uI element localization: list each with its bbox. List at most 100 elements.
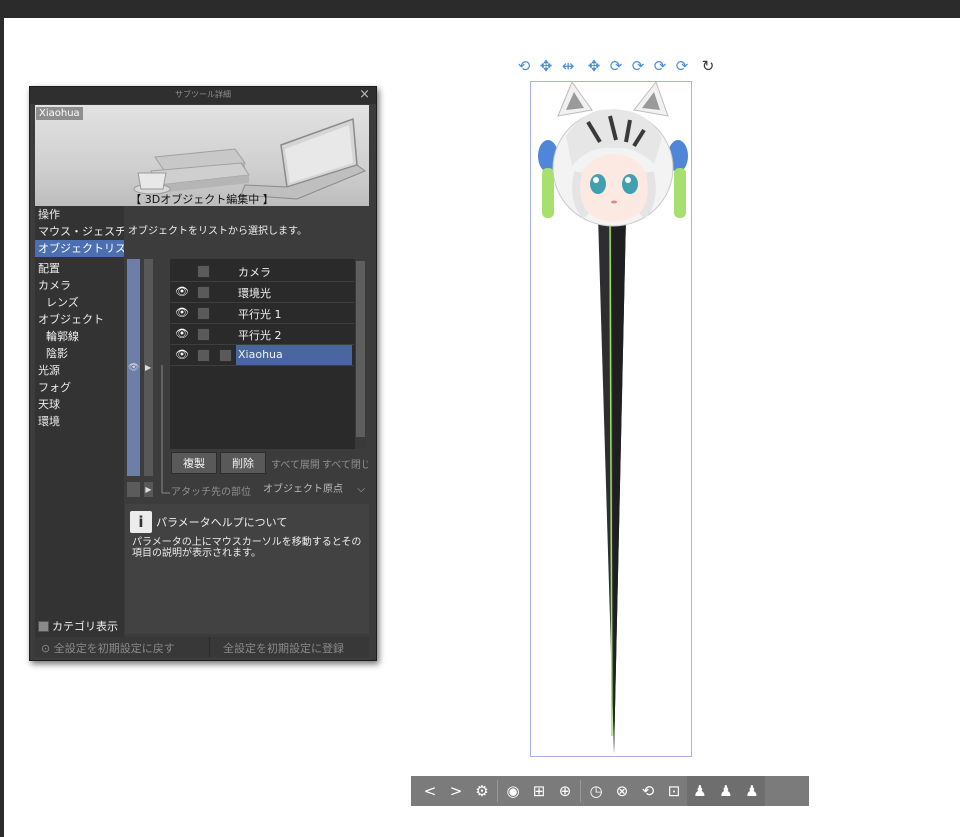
toolbar-divider	[497, 780, 498, 802]
window-frame-top	[0, 0, 960, 18]
camera-object-toolbar: ⟲ ✥ ⇹ ✥ ⟳ ⟳ ⟳ ⟳ ↻	[514, 56, 718, 76]
category-item-object[interactable]: オブジェクト	[35, 311, 124, 328]
camera-fit-icon[interactable]: ◉	[500, 778, 526, 804]
category-item-mouse-gesture[interactable]: マウス・ジェスチャー	[35, 223, 124, 240]
rotate-object-icon[interactable]: ⟳	[606, 56, 626, 76]
category-item-shading[interactable]: 陰影	[35, 345, 124, 362]
rotate-light-icon[interactable]: ↻	[698, 56, 718, 76]
footer-divider	[209, 637, 210, 657]
list-item-label: Xiaohua	[236, 345, 352, 365]
attach-visibility-toggle[interactable]	[127, 482, 140, 497]
window-frame-left	[0, 0, 4, 837]
edit-mode-banner: 【 3Dオブジェクト編集中 】	[130, 193, 274, 206]
rotate-object-4-icon[interactable]: ⟳	[672, 56, 692, 76]
eye-icon[interactable]: 👁	[175, 327, 189, 340]
register-pose-icon[interactable]: ⊗	[609, 778, 635, 804]
extra-checkbox[interactable]	[219, 349, 232, 362]
pose-preset-2-icon[interactable]: ♟	[713, 778, 739, 804]
category-display-label: カテゴリ表示	[52, 620, 118, 633]
parameter-help-box: i パラメータヘルプについて パラメータの上にマウスカーソルを移動するとその項目…	[125, 504, 369, 634]
rotate-camera-icon[interactable]: ⟲	[514, 56, 534, 76]
list-item-label: 平行光 2	[238, 329, 282, 342]
visibility-column-bar[interactable]: 👁	[127, 259, 140, 476]
list-item-directional-light-2[interactable]: 👁 平行光 2	[170, 324, 354, 345]
rotate-object-3-icon[interactable]: ⟳	[650, 56, 670, 76]
category-item-camera[interactable]: カメラ	[35, 277, 124, 294]
collapse-all-button[interactable]: すべて閉じる	[322, 456, 368, 471]
lock-checkbox[interactable]	[197, 349, 210, 362]
list-item-label: カメラ	[238, 266, 271, 279]
eye-icon[interactable]: 👁	[175, 285, 189, 298]
category-item-object-list[interactable]: オブジェクトリスト	[35, 240, 124, 257]
lock-checkbox[interactable]	[197, 286, 210, 299]
eye-icon[interactable]: 👁	[175, 306, 189, 319]
setting-description: オブジェクトをリストから選択します。	[128, 226, 307, 237]
list-item-ambient-light[interactable]: 👁 環境光	[170, 282, 354, 303]
category-display-checkbox[interactable]	[38, 620, 49, 632]
eye-icon[interactable]: 👁	[175, 348, 189, 361]
object-origin-value: オブジェクト原点	[263, 484, 343, 495]
category-item-placement[interactable]: 配置	[35, 260, 124, 277]
delete-button[interactable]: 削除	[220, 452, 266, 474]
list-scrollbar[interactable]	[355, 259, 366, 449]
move-object-icon[interactable]: ✥	[584, 56, 604, 76]
lock-checkbox[interactable]	[197, 328, 210, 341]
category-item-fog[interactable]: フォグ	[35, 379, 124, 396]
object-name-tag: Xiaohua	[36, 107, 83, 120]
help-body: パラメータの上にマウスカーソルを移動するとその項目の説明が表示されます。	[132, 537, 362, 559]
lock-checkbox[interactable]	[197, 307, 210, 320]
reset-pose-icon[interactable]: ◷	[583, 778, 609, 804]
3d-model-render[interactable]	[526, 76, 696, 766]
pose-preset-3-icon[interactable]: ♟	[739, 778, 765, 804]
category-item-sky-sphere[interactable]: 天球	[35, 396, 124, 413]
category-item-outline[interactable]: 輪郭線	[35, 328, 124, 345]
pose-presets-group: ♟ ♟ ♟	[687, 776, 765, 806]
category-item-light-source[interactable]: 光源	[35, 362, 124, 379]
lock-icon[interactable]: ⊡	[661, 778, 687, 804]
info-icon: i	[130, 511, 152, 533]
list-item-xiaohua[interactable]: 👁 Xiaohua	[170, 345, 354, 366]
dolly-camera-icon[interactable]: ⇹	[558, 56, 578, 76]
wrench-icon[interactable]: ⚙	[469, 778, 495, 804]
object-origin-select[interactable]: オブジェクト原点 ⌵	[263, 481, 368, 498]
list-scrollbar-thumb[interactable]	[356, 261, 365, 437]
rotate-reset-icon[interactable]: ⟲	[635, 778, 661, 804]
pan-camera-icon[interactable]: ✥	[536, 56, 556, 76]
reset-all-settings-button[interactable]: ⊙ 全設定を初期設定に戻す	[41, 640, 175, 656]
expand-all-button[interactable]: すべて展開	[271, 456, 320, 471]
list-item-label: 平行光 1	[238, 308, 282, 321]
chevron-down-icon: ⌵	[357, 484, 365, 495]
sub-tool-detail-panel: サブツール詳細 × Xiaohua 【 3Dオブジェクト編集中 】 操作 マウス…	[29, 86, 377, 661]
object-list: カメラ 👁 環境光 👁 平行光 1 👁 平行光 2 👁 Xiaohua	[170, 259, 366, 449]
category-item-operation[interactable]: 操作	[35, 206, 124, 223]
category-item-lens[interactable]: レンズ	[35, 294, 124, 311]
category-item-environment[interactable]: 環境	[35, 413, 124, 430]
previous-icon[interactable]: <	[417, 778, 443, 804]
attach-part-label: アタッチ先の部位	[171, 487, 251, 498]
register-all-settings-button[interactable]: 全設定を初期設定に登録	[223, 640, 344, 656]
object-preview: Xiaohua 【 3Dオブジェクト編集中 】	[35, 105, 369, 206]
panel-footer: ⊙ 全設定を初期設定に戻す 全設定を初期設定に登録	[35, 637, 369, 657]
list-item-directional-light-1[interactable]: 👁 平行光 1	[170, 303, 354, 324]
zoom-fit-icon[interactable]: ⊞	[526, 778, 552, 804]
duplicate-button[interactable]: 複製	[171, 452, 217, 474]
panel-titlebar[interactable]: サブツール詳細 ×	[30, 87, 376, 104]
ground-icon[interactable]: ⊕	[552, 778, 578, 804]
toolbar-divider	[580, 780, 581, 802]
category-display-toggle[interactable]: カテゴリ表示	[38, 618, 118, 634]
next-icon[interactable]: >	[443, 778, 469, 804]
close-icon[interactable]: ×	[359, 87, 370, 102]
attach-connector-line	[161, 365, 170, 494]
expand-column-bar[interactable]: ▶	[144, 259, 153, 476]
panel-title: サブツール詳細	[175, 90, 231, 99]
rotate-object-2-icon[interactable]: ⟳	[628, 56, 648, 76]
eye-icon: 👁	[128, 363, 140, 373]
help-title: パラメータヘルプについて	[156, 516, 288, 529]
lock-checkbox[interactable]	[197, 265, 210, 278]
reset-all-settings-label: 全設定を初期設定に戻す	[53, 642, 175, 655]
list-item-camera[interactable]: カメラ	[170, 261, 354, 282]
triangle-right-icon[interactable]: ▶	[144, 482, 153, 497]
category-list: 操作 マウス・ジェスチャー オブジェクトリスト 配置 カメラ レンズ オブジェク…	[35, 206, 124, 654]
pose-preset-1-icon[interactable]: ♟	[687, 778, 713, 804]
triangle-right-icon: ▶	[145, 363, 152, 372]
